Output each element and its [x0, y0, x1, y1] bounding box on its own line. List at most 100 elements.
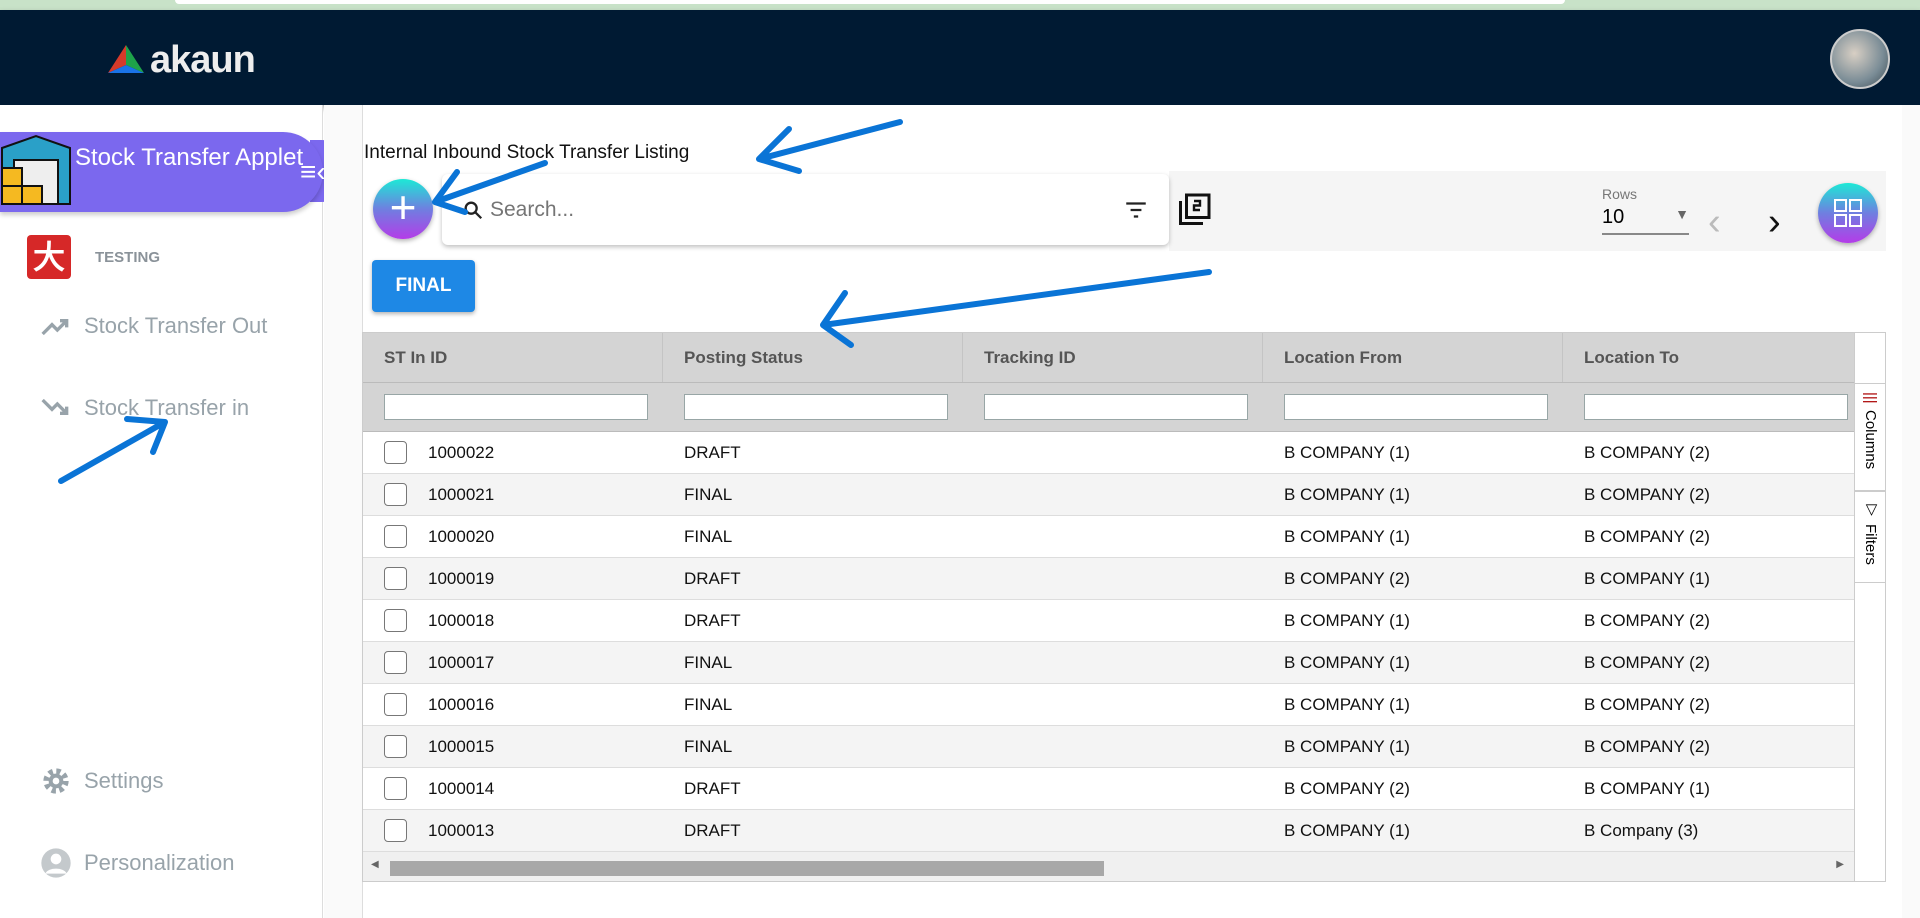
- cell-from: B COMPANY (2): [1263, 779, 1563, 799]
- cell-text: B COMPANY (1): [1584, 778, 1710, 798]
- copy-icon[interactable]: [1176, 192, 1212, 228]
- cell-text: B COMPANY (1): [1284, 484, 1410, 504]
- cell-to: B COMPANY (1): [1563, 778, 1854, 799]
- search-icon: [464, 201, 483, 219]
- cell-text: 1000017: [428, 652, 495, 672]
- table-row[interactable]: 1000016 FINAL B COMPANY (1) B COMPANY (2): [363, 684, 1854, 726]
- cell-text: 1000022: [428, 442, 495, 462]
- cell-text: B COMPANY (2): [1584, 526, 1710, 546]
- table-row[interactable]: 1000021 FINAL B COMPANY (1) B COMPANY (2): [363, 474, 1854, 516]
- row-checkbox[interactable]: [384, 441, 407, 464]
- cell-text: B COMPANY (2): [1584, 484, 1710, 504]
- cell-from: B COMPANY (1): [1263, 485, 1563, 505]
- cell-from: B COMPANY (1): [1263, 737, 1563, 757]
- row-checkbox[interactable]: [384, 693, 407, 716]
- app-header: akaun: [0, 10, 1920, 105]
- cell-text: B COMPANY (1): [1284, 736, 1410, 756]
- cell-from: B COMPANY (2): [1263, 569, 1563, 589]
- column-header[interactable]: Posting Status: [663, 333, 963, 382]
- cell-text: 1000018: [428, 610, 495, 630]
- next-page-icon[interactable]: ›: [1768, 203, 1781, 241]
- column-filter-input[interactable]: [384, 394, 648, 420]
- table-row[interactable]: 1000015 FINAL B COMPANY (1) B COMPANY (2): [363, 726, 1854, 768]
- org-label: TESTING: [95, 248, 161, 266]
- user-avatar[interactable]: [1830, 29, 1890, 89]
- table-row[interactable]: 1000013 DRAFT B COMPANY (1) B Company (3): [363, 810, 1854, 852]
- dropdown-arrow-icon: ▼: [1675, 206, 1689, 222]
- cell-from: B COMPANY (1): [1263, 821, 1563, 841]
- columns-tab[interactable]: ||| Columns: [1855, 383, 1886, 491]
- column-filter-input[interactable]: [684, 394, 948, 420]
- table-row[interactable]: 1000017 FINAL B COMPANY (1) B COMPANY (2): [363, 642, 1854, 684]
- org-logo-icon: 大: [27, 235, 71, 279]
- table-header: ST In ID Posting Status Tracking ID Loca…: [363, 333, 1854, 383]
- column-header[interactable]: Location From: [1263, 333, 1563, 382]
- rows-per-page[interactable]: Rows 10 ▼: [1602, 186, 1689, 235]
- table-row[interactable]: 1000018 DRAFT B COMPANY (1) B COMPANY (2): [363, 600, 1854, 642]
- cell-text: B COMPANY (1): [1584, 568, 1710, 588]
- cell-from: B COMPANY (1): [1263, 443, 1563, 463]
- cell-to: B COMPANY (2): [1563, 484, 1854, 505]
- cell-text: DRAFT: [684, 778, 741, 798]
- prev-page-icon[interactable]: ‹: [1708, 203, 1721, 241]
- grid-view-button[interactable]: [1818, 183, 1878, 243]
- final-button[interactable]: FINAL: [372, 260, 475, 312]
- table-body: 1000022 DRAFT B COMPANY (1) B COMPANY (2) 10…: [363, 432, 1854, 852]
- side-panel: ||| Columns ▽ Filters: [1855, 332, 1886, 882]
- column-filter-input[interactable]: [984, 394, 1248, 420]
- column-header[interactable]: Location To: [1563, 333, 1854, 382]
- nav-stock-transfer-in[interactable]: Stock Transfer in: [40, 392, 249, 424]
- row-checkbox[interactable]: [384, 651, 407, 674]
- table-row[interactable]: 1000014 DRAFT B COMPANY (2) B COMPANY (1): [363, 768, 1854, 810]
- table-row[interactable]: 1000019 DRAFT B COMPANY (2) B COMPANY (1): [363, 558, 1854, 600]
- column-header[interactable]: Tracking ID: [963, 333, 1263, 382]
- applet-header: Stock Transfer Applet ≡‹: [0, 132, 326, 212]
- row-checkbox[interactable]: [384, 819, 407, 842]
- nav-label: Stock Transfer in: [84, 395, 250, 420]
- columns-label: Columns: [1862, 409, 1879, 469]
- cell-text: B COMPANY (2): [1584, 736, 1710, 756]
- search-input[interactable]: [490, 197, 1123, 222]
- nav-settings[interactable]: Settings: [40, 765, 164, 797]
- logo-text: akaun: [150, 39, 256, 81]
- table-row[interactable]: 1000020 FINAL B COMPANY (1) B COMPANY (2): [363, 516, 1854, 558]
- filters-tab[interactable]: ▽ Filters: [1855, 491, 1886, 583]
- row-checkbox[interactable]: [384, 525, 407, 548]
- row-checkbox[interactable]: [384, 609, 407, 632]
- horizontal-scrollbar[interactable]: ◀ ▶: [363, 851, 1854, 881]
- cell-text: B COMPANY (1): [1284, 442, 1410, 462]
- cell-to: B Company (3): [1563, 821, 1854, 841]
- org-selector[interactable]: 大 TESTING: [27, 235, 160, 279]
- column-header[interactable]: ST In ID: [363, 333, 663, 382]
- warehouse-icon: [0, 134, 71, 205]
- cell-to: B COMPANY (2): [1563, 611, 1854, 631]
- rows-value: 10: [1602, 206, 1625, 228]
- column-filter-input[interactable]: [1284, 394, 1548, 420]
- cell-id: 1000018: [363, 609, 663, 632]
- cell-to: B COMPANY (2): [1563, 653, 1854, 673]
- rows-select[interactable]: 10 ▼: [1602, 202, 1689, 235]
- row-checkbox[interactable]: [384, 777, 407, 800]
- akaun-logo-icon: [108, 44, 144, 73]
- cell-id: 1000021: [363, 483, 663, 506]
- funnel-icon: ▽: [1862, 500, 1880, 518]
- add-button[interactable]: +: [373, 179, 433, 239]
- cell-text: FINAL: [684, 652, 733, 672]
- cell-to: B COMPANY (2): [1563, 526, 1854, 547]
- table-row[interactable]: 1000022 DRAFT B COMPANY (1) B COMPANY (2): [363, 432, 1854, 474]
- cell-status: FINAL: [663, 485, 963, 505]
- row-checkbox[interactable]: [384, 735, 407, 758]
- row-checkbox[interactable]: [384, 483, 407, 506]
- scrollbar-thumb[interactable]: [390, 861, 1104, 876]
- rows-label: Rows: [1602, 186, 1638, 202]
- row-checkbox[interactable]: [384, 567, 407, 590]
- filter-icon[interactable]: [1123, 197, 1149, 223]
- collapse-menu-icon[interactable]: ≡‹: [300, 156, 326, 188]
- column-filter-input[interactable]: [1584, 394, 1848, 420]
- trending-up-icon: [41, 319, 69, 336]
- nav-personalization[interactable]: Personalization: [40, 847, 234, 879]
- search-box: [442, 174, 1169, 245]
- nav-stock-transfer-out[interactable]: Stock Transfer Out: [40, 310, 267, 342]
- akaun-logo[interactable]: akaun: [106, 39, 256, 82]
- columns-icon: |||: [1862, 392, 1879, 404]
